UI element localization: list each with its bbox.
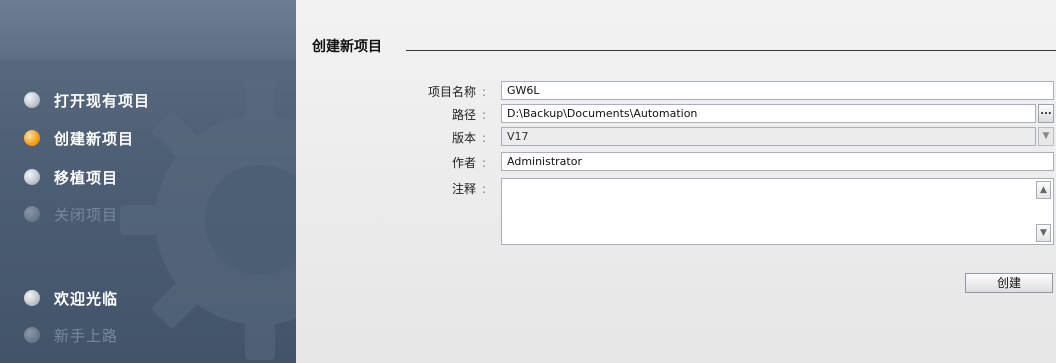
label-colon: : bbox=[481, 108, 486, 122]
page-title: 创建新项目 bbox=[312, 39, 382, 55]
sidebar-item-first-steps: 新手上路 bbox=[24, 323, 118, 347]
chevron-down-icon: ▼ bbox=[1038, 127, 1054, 146]
sidebar-item-open-project[interactable]: 打开现有项目 bbox=[24, 88, 150, 112]
sidebar-item-create-project[interactable]: 创建新项目 bbox=[24, 126, 134, 150]
title-divider bbox=[406, 50, 1056, 51]
author-value: Administrator bbox=[507, 155, 582, 168]
label-colon: : bbox=[481, 131, 486, 145]
bullet-icon bbox=[24, 206, 40, 222]
version-select: V17 bbox=[501, 127, 1036, 146]
project-name-input[interactable]: GW6L bbox=[501, 81, 1054, 100]
portal-sidebar: 打开现有项目 创建新项目 移植项目 关闭项目 欢迎光临 新手上路 bbox=[0, 0, 296, 363]
sidebar-item-label: 欢迎光临 bbox=[54, 289, 119, 308]
path-label-text: 路径 bbox=[451, 108, 476, 122]
label-colon: : bbox=[481, 85, 486, 99]
comment-label-text: 注释 bbox=[451, 182, 476, 196]
create-project-panel: 创建新项目 项目名称: GW6L 路径: D:\Backup\Documents… bbox=[296, 0, 1056, 363]
browse-button[interactable]: ... bbox=[1038, 104, 1054, 123]
chevron-down-icon[interactable]: ▼ bbox=[1036, 224, 1051, 242]
comment-label: 注释: bbox=[366, 180, 486, 197]
path-input[interactable]: D:\Backup\Documents\Automation bbox=[501, 104, 1036, 123]
project-name-label: 项目名称: bbox=[366, 83, 486, 100]
comment-textarea[interactable]: ▲ ▼ bbox=[501, 178, 1054, 245]
project-name-value: GW6L bbox=[507, 84, 540, 97]
author-label-text: 作者 bbox=[451, 156, 476, 170]
sidebar-item-migrate-project[interactable]: 移植项目 bbox=[24, 165, 118, 189]
sidebar-item-label: 移植项目 bbox=[54, 168, 119, 187]
sidebar-item-welcome[interactable]: 欢迎光临 bbox=[24, 286, 118, 310]
sidebar-item-label: 关闭项目 bbox=[54, 205, 119, 224]
author-label: 作者: bbox=[366, 154, 486, 171]
version-value: V17 bbox=[507, 130, 529, 143]
sidebar-item-label: 打开现有项目 bbox=[54, 91, 151, 110]
gear-icon bbox=[120, 80, 296, 360]
bullet-icon bbox=[24, 169, 40, 185]
bullet-icon bbox=[24, 290, 40, 306]
chevron-up-icon[interactable]: ▲ bbox=[1036, 181, 1051, 199]
label-colon: : bbox=[481, 156, 486, 170]
sidebar-top-strip bbox=[0, 0, 296, 60]
create-button[interactable]: 创建 bbox=[965, 273, 1053, 293]
label-colon: : bbox=[481, 182, 486, 196]
version-label: 版本: bbox=[366, 129, 486, 146]
bullet-icon bbox=[24, 92, 40, 108]
bullet-icon bbox=[24, 327, 40, 343]
sidebar-item-label: 创建新项目 bbox=[54, 129, 135, 148]
active-bullet-icon bbox=[24, 130, 40, 146]
path-value: D:\Backup\Documents\Automation bbox=[507, 107, 698, 120]
sidebar-item-label: 新手上路 bbox=[54, 326, 119, 345]
version-label-text: 版本 bbox=[451, 131, 476, 145]
path-label: 路径: bbox=[366, 106, 486, 123]
author-input[interactable]: Administrator bbox=[501, 152, 1054, 171]
project-name-label-text: 项目名称 bbox=[427, 85, 476, 99]
sidebar-item-close-project: 关闭项目 bbox=[24, 202, 118, 226]
